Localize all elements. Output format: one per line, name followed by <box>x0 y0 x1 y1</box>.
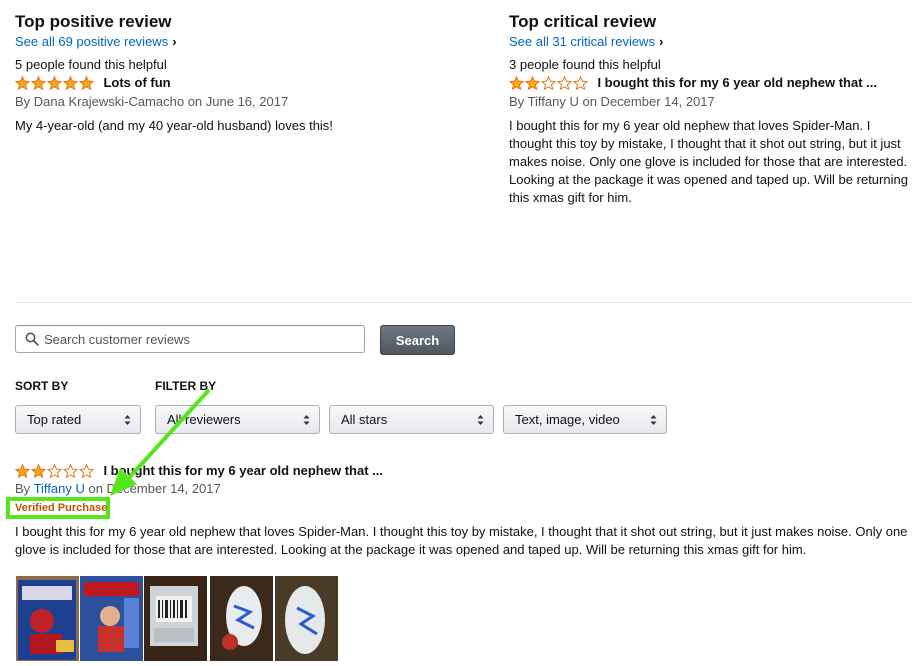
review-title[interactable]: I bought this for my 6 year old nephew t… <box>597 75 877 90</box>
review-image-thumbnail[interactable] <box>80 576 143 661</box>
reviews-page: { "top_positive": { "heading": "Top posi… <box>0 0 920 666</box>
author-name[interactable]: Dana Krajewski-Camacho <box>34 94 184 109</box>
star-empty-icon <box>557 75 572 90</box>
star-rating[interactable] <box>509 75 589 90</box>
review-date: on June 16, 2017 <box>187 94 289 109</box>
review-photo-5 <box>275 576 338 661</box>
star-rating[interactable] <box>15 75 95 90</box>
helpful-count: 3 people found this helpful <box>509 57 661 72</box>
review-byline: By Dana Krajewski-Camacho on June 16, 20… <box>15 94 288 109</box>
star-filled-icon <box>31 75 46 90</box>
search-input[interactable] <box>44 329 354 349</box>
updown-arrow-icon <box>477 415 484 425</box>
sort-by-label: SORT BY <box>15 379 69 393</box>
updown-arrow-icon <box>650 415 657 425</box>
star-filled-icon <box>63 75 78 90</box>
review-body: My 4-year-old (and my 40 year-old husban… <box>15 118 333 133</box>
sort-dropdown[interactable]: Top rated <box>15 405 141 434</box>
review-date: on December 14, 2017 <box>88 481 221 496</box>
review-date: on December 14, 2017 <box>582 94 715 109</box>
star-empty-icon <box>63 463 78 478</box>
chevron-right-icon: › <box>172 34 177 49</box>
see-all-critical-link[interactable]: See all 31 critical reviews <box>509 34 655 49</box>
media-filter-value: Text, image, video <box>515 412 620 427</box>
review-photo-3 <box>144 576 207 661</box>
updown-arrow-icon <box>303 415 310 425</box>
reviewer-filter-dropdown[interactable]: All reviewers <box>155 405 320 434</box>
star-empty-icon <box>573 75 588 90</box>
see-all-critical[interactable]: See all 31 critical reviews › <box>509 33 663 51</box>
filter-by-label: FILTER BY <box>155 379 217 393</box>
star-filled-icon <box>15 75 30 90</box>
review-photo-4 <box>210 576 273 661</box>
review-title[interactable]: Lots of fun <box>103 75 170 90</box>
star-filled-icon <box>31 463 46 478</box>
critical-review-header: I bought this for my 6 year old nephew t… <box>509 74 877 92</box>
review-byline: By Tiffany U on December 14, 2017 <box>509 94 715 109</box>
review-image-thumbnail[interactable] <box>210 576 273 661</box>
star-empty-icon <box>541 75 556 90</box>
see-all-positive[interactable]: See all 69 positive reviews › <box>15 33 177 51</box>
by-label: By <box>15 481 31 496</box>
star-empty-icon <box>47 463 62 478</box>
by-label: By <box>15 94 31 109</box>
author-name[interactable]: Tiffany U <box>34 481 85 496</box>
review-image-thumbnail[interactable] <box>275 576 338 661</box>
search-button[interactable]: Search <box>380 325 455 355</box>
star-filled-icon <box>525 75 540 90</box>
sort-dropdown-value: Top rated <box>27 412 82 427</box>
top-critical-heading: Top critical review <box>509 12 657 31</box>
review-title[interactable]: I bought this for my 6 year old nephew t… <box>103 463 383 478</box>
star-empty-icon <box>79 463 94 478</box>
chevron-right-icon: › <box>658 34 664 49</box>
star-filter-value: All stars <box>341 412 388 427</box>
positive-review-header: Lots of fun <box>15 74 171 92</box>
review-body: I bought this for my 6 year old nephew t… <box>509 118 908 205</box>
review-photo-2 <box>80 576 143 661</box>
media-filter-dropdown[interactable]: Text, image, video <box>503 405 667 434</box>
star-filled-icon <box>79 75 94 90</box>
review-header: I bought this for my 6 year old nephew t… <box>15 462 383 480</box>
star-filled-icon <box>15 463 30 478</box>
review-image-thumbnail[interactable] <box>16 576 79 661</box>
search-icon <box>25 332 39 346</box>
top-positive-heading: Top positive review <box>15 12 172 31</box>
review-image-thumbnail[interactable] <box>144 576 207 661</box>
verified-purchase-badge: Verified Purchase <box>15 502 108 514</box>
section-divider <box>15 302 913 303</box>
star-filled-icon <box>509 75 524 90</box>
search-field[interactable] <box>15 325 365 353</box>
helpful-count: 5 people found this helpful <box>15 57 167 72</box>
author-name[interactable]: Tiffany U <box>528 94 579 109</box>
star-rating[interactable] <box>15 463 95 478</box>
review-byline: By Tiffany U on December 14, 2017 <box>15 481 221 496</box>
reviewer-filter-value: All reviewers <box>167 412 241 427</box>
see-all-positive-link[interactable]: See all 69 positive reviews <box>15 34 168 49</box>
star-filled-icon <box>47 75 62 90</box>
by-label: By <box>509 94 525 109</box>
review-body: I bought this for my 6 year old nephew t… <box>15 524 908 557</box>
review-photo-1 <box>16 576 79 661</box>
star-filter-dropdown[interactable]: All stars <box>329 405 494 434</box>
updown-arrow-icon <box>124 415 131 425</box>
